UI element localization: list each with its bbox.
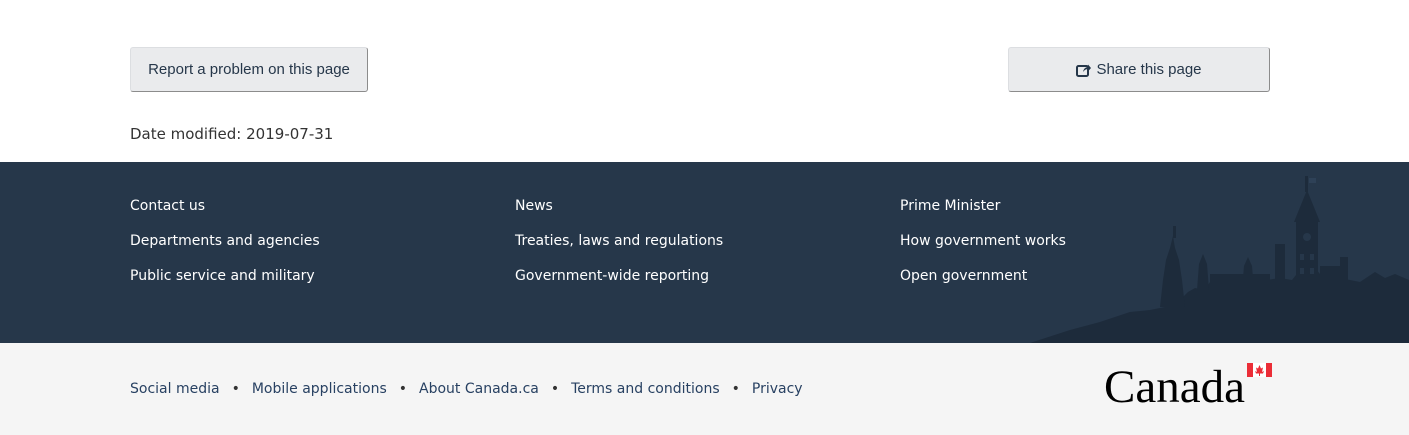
link-separator: •	[231, 381, 240, 397]
footer-link-contact-us[interactable]: Contact us	[130, 198, 205, 214]
footer-link-news[interactable]: News	[515, 198, 553, 214]
footer-link-open-government[interactable]: Open government	[900, 268, 1027, 284]
report-problem-button[interactable]: Report a problem on this page	[130, 47, 368, 92]
main-footer: Contact us Departments and agencies Publ…	[0, 162, 1409, 343]
share-page-label: Share this page	[1096, 61, 1202, 78]
sub-link-about-canada[interactable]: About Canada.ca	[419, 381, 539, 397]
parliament-skyline-icon	[1030, 176, 1409, 343]
canada-wordmark-logo: Canada	[1104, 362, 1272, 406]
footer-link-treaties-laws[interactable]: Treaties, laws and regulations	[515, 233, 723, 249]
date-modified: Date modified: 2019-07-31	[130, 125, 333, 143]
date-modified-label: Date modified:	[130, 125, 242, 143]
share-icon	[1076, 64, 1092, 77]
date-modified-value: 2019-07-31	[246, 125, 334, 143]
link-separator: •	[550, 381, 560, 397]
link-separator: •	[731, 381, 740, 397]
footer-link-departments-agencies[interactable]: Departments and agencies	[130, 233, 320, 249]
link-separator: •	[398, 381, 408, 397]
footer-link-government-reporting[interactable]: Government-wide reporting	[515, 268, 709, 284]
sub-link-terms-conditions[interactable]: Terms and conditions	[571, 381, 720, 397]
canada-flag-icon	[1247, 363, 1272, 377]
sub-link-privacy[interactable]: Privacy	[752, 381, 803, 397]
footer-link-public-service-military[interactable]: Public service and military	[130, 268, 315, 284]
page-details: Report a problem on this page Share this…	[0, 0, 1409, 162]
sub-link-social-media[interactable]: Social media	[130, 381, 220, 397]
share-page-button[interactable]: Share this page	[1008, 47, 1270, 92]
sub-link-mobile-applications[interactable]: Mobile applications	[252, 381, 387, 397]
report-problem-label: Report a problem on this page	[148, 61, 350, 78]
footer-link-how-government-works[interactable]: How government works	[900, 233, 1066, 249]
footer-link-prime-minister[interactable]: Prime Minister	[900, 198, 1000, 214]
sub-footer-links: Social media • Mobile applications • Abo…	[130, 381, 803, 397]
wordmark-text: Canada	[1104, 362, 1245, 406]
